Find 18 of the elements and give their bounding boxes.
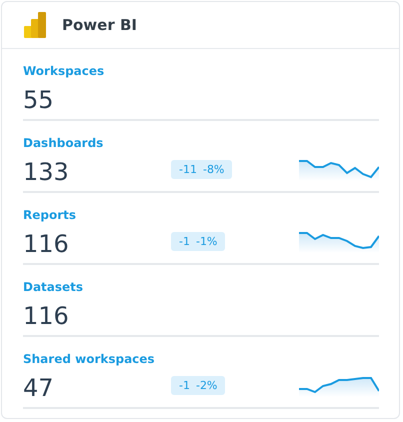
metric-value: 47	[23, 373, 54, 403]
change-count: -11	[179, 163, 197, 176]
change-percent: -8%	[202, 163, 224, 176]
metric-label: Shared workspaces	[23, 351, 156, 367]
bar-chart-icon	[24, 12, 46, 38]
metric-label: Datasets	[23, 279, 84, 295]
metric-label: Workspaces	[23, 63, 106, 79]
change-count: -1	[179, 379, 190, 392]
metric-value: 116	[23, 229, 69, 259]
app-title: Power BI	[62, 16, 137, 34]
metric-label: Dashboards	[23, 135, 104, 151]
metric-value: 55	[23, 85, 54, 115]
change-percent: -2%	[196, 379, 218, 392]
change-percent: -1%	[196, 235, 218, 248]
change-count: -1	[179, 235, 190, 248]
metric-value: 116	[23, 301, 69, 331]
metric-label: Reports	[23, 207, 78, 223]
metric-value: 133	[23, 157, 69, 187]
